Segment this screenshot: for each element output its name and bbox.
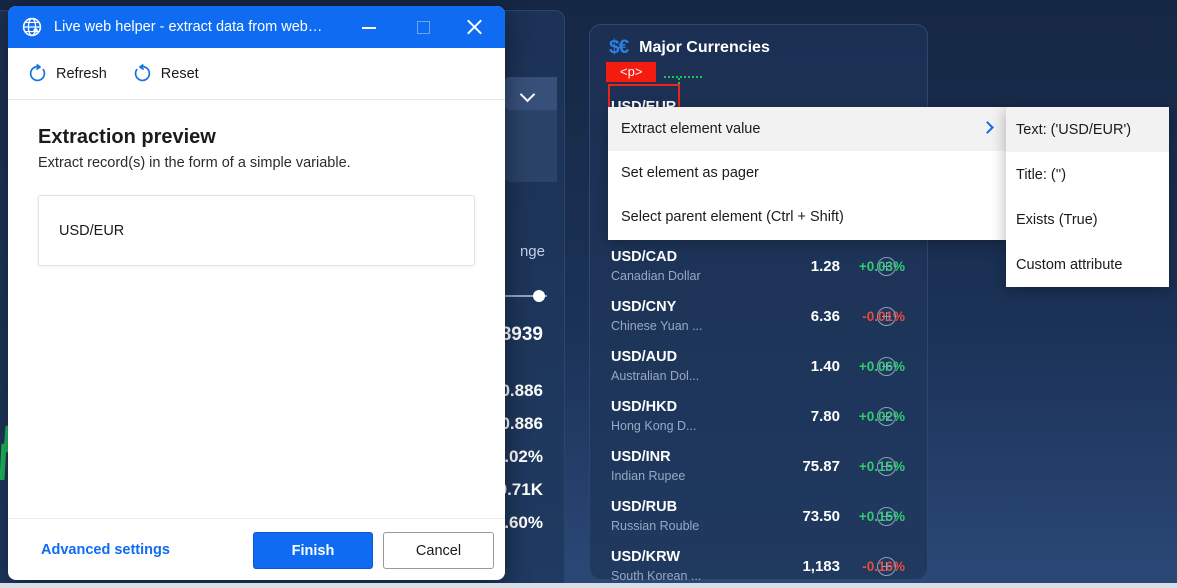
reset-label: Reset <box>161 66 199 82</box>
dialog-title: Live web helper - extract data from web… <box>54 19 322 35</box>
currency-rate: 6.36 <box>770 308 840 325</box>
currency-rate: 1,183 <box>770 558 840 575</box>
menu-item-extract-element-value[interactable]: Extract element value <box>608 107 1008 151</box>
currency-name: Australian Dol... <box>611 369 699 383</box>
menu-item-label: Set element as pager <box>621 165 759 181</box>
currency-name: Chinese Yuan ... <box>611 319 703 333</box>
menu-item-set-element-as-pager[interactable]: Set element as pager <box>608 151 1008 195</box>
submenu-item-label: Title: ('') <box>1016 167 1066 183</box>
table-row[interactable]: USD/RUB Russian Rouble 73.50 +0.15% <box>590 497 929 547</box>
panel-title: Major Currencies <box>639 39 770 57</box>
refresh-circular-arrow-icon <box>28 64 47 83</box>
currency-rate: 75.87 <box>770 458 840 475</box>
table-row[interactable]: USD/HKD Hong Kong D... 7.80 +0.02% <box>590 397 929 447</box>
context-menu: Extract element value Set element as pag… <box>608 107 1008 240</box>
submenu-item-exists[interactable]: Exists (True) <box>1006 197 1169 242</box>
dialog-titlebar: Live web helper - extract data from web… <box>8 6 505 48</box>
table-row[interactable]: USD/CAD Canadian Dollar 1.28 +0.03% <box>590 247 929 297</box>
background-dropdown-toggle[interactable] <box>505 77 557 110</box>
currency-change: +0.02% <box>845 409 905 424</box>
reset-counterclockwise-arrow-icon <box>133 64 152 83</box>
currency-change: +0.15% <box>845 509 905 524</box>
submenu-item-label: Exists (True) <box>1016 212 1098 228</box>
currency-name: Canadian Dollar <box>611 269 701 283</box>
taskbar-sliver <box>0 583 1177 588</box>
preview-value-box[interactable]: USD/EUR <box>38 195 475 266</box>
close-icon <box>466 19 483 36</box>
currency-rate: 1.40 <box>770 358 840 375</box>
currency-pair[interactable]: USD/RUB <box>611 499 677 515</box>
strip-value-1: 0.886 <box>500 414 543 434</box>
currency-change: -0.16% <box>845 559 905 574</box>
currency-change: -0.01% <box>845 309 905 324</box>
dialog-body: Extraction preview Extract record(s) in … <box>8 100 505 518</box>
dialog-footer: Advanced settings Finish Cancel <box>8 518 505 580</box>
add-icon[interactable] <box>877 457 896 476</box>
currency-pair[interactable]: USD/CNY <box>611 299 676 315</box>
currency-pair[interactable]: USD/HKD <box>611 399 677 415</box>
table-row[interactable]: USD/KRW South Korean ... 1,183 -0.16% <box>590 547 929 588</box>
preview-value: USD/EUR <box>59 223 124 239</box>
currency-pair[interactable]: USD/INR <box>611 449 671 465</box>
minimize-icon <box>362 27 376 29</box>
maximize-icon <box>417 21 430 34</box>
submenu-item-custom-attribute[interactable]: Custom attribute <box>1006 242 1169 287</box>
currency-name: Indian Rupee <box>611 469 685 483</box>
preview-subtitle: Extract record(s) in the form of a simpl… <box>38 155 475 171</box>
table-row[interactable]: USD/INR Indian Rupee 75.87 +0.15% <box>590 447 929 497</box>
refresh-button[interactable]: Refresh <box>28 64 107 83</box>
refresh-label: Refresh <box>56 66 107 82</box>
currency-rate: 73.50 <box>770 508 840 525</box>
currency-pair[interactable]: USD/KRW <box>611 549 680 565</box>
menu-item-label: Select parent element (Ctrl + Shift) <box>621 209 844 225</box>
page-title: Extraction preview <box>38 126 475 149</box>
globe-icon <box>22 17 42 37</box>
cancel-button[interactable]: Cancel <box>383 532 494 569</box>
currency-change: +0.15% <box>845 459 905 474</box>
panel-header: $€ Major Currencies <box>609 37 770 59</box>
currency-pair[interactable]: USD/AUD <box>611 349 677 365</box>
dialog-toolbar: Refresh Reset <box>8 48 505 100</box>
submenu-item-label: Text: ('USD/EUR') <box>1016 122 1131 138</box>
submenu-item-title[interactable]: Title: ('') <box>1006 152 1169 197</box>
currency-pair[interactable]: USD/CAD <box>611 249 677 265</box>
maximize-button[interactable] <box>400 6 446 48</box>
selection-dotted-top <box>664 76 702 78</box>
live-web-helper-dialog: Live web helper - extract data from web…… <box>8 6 505 580</box>
currency-name: Russian Rouble <box>611 519 699 533</box>
add-icon[interactable] <box>877 307 896 326</box>
close-button[interactable] <box>451 6 497 48</box>
add-icon[interactable] <box>877 507 896 526</box>
add-icon[interactable] <box>877 357 896 376</box>
add-icon[interactable] <box>877 257 896 276</box>
minimize-button[interactable] <box>346 6 392 48</box>
currency-rate: 1.28 <box>770 258 840 275</box>
reset-button[interactable]: Reset <box>133 64 199 83</box>
table-row[interactable]: USD/AUD Australian Dol... 1.40 +0.06% <box>590 347 929 397</box>
menu-item-select-parent-element[interactable]: Select parent element (Ctrl + Shift) <box>608 195 1008 239</box>
table-row[interactable]: USD/CNY Chinese Yuan ... 6.36 -0.01% <box>590 297 929 347</box>
strip-value-0: 0.886 <box>500 381 543 401</box>
currency-rate: 7.80 <box>770 408 840 425</box>
currency-name: Hong Kong D... <box>611 419 696 433</box>
context-submenu: Text: ('USD/EUR') Title: ('') Exists (Tr… <box>1006 107 1169 287</box>
slider-knob[interactable] <box>533 290 545 302</box>
menu-item-label: Extract element value <box>621 121 760 137</box>
currency-name: South Korean ... <box>611 569 701 583</box>
finish-button[interactable]: Finish <box>253 532 373 569</box>
add-icon[interactable] <box>877 407 896 426</box>
chevron-right-icon <box>981 121 994 134</box>
submenu-item-text[interactable]: Text: ('USD/EUR') <box>1006 107 1169 152</box>
background-dropdown-body <box>505 110 557 182</box>
add-icon[interactable] <box>877 557 896 576</box>
submenu-item-label: Custom attribute <box>1016 257 1122 273</box>
dollar-euro-icon: $€ <box>609 37 628 59</box>
chevron-down-icon <box>520 87 536 103</box>
currency-change: +0.03% <box>845 259 905 274</box>
currency-change: +0.06% <box>845 359 905 374</box>
advanced-settings-link[interactable]: Advanced settings <box>41 542 170 558</box>
element-tag-badge: <p> <box>606 62 656 82</box>
